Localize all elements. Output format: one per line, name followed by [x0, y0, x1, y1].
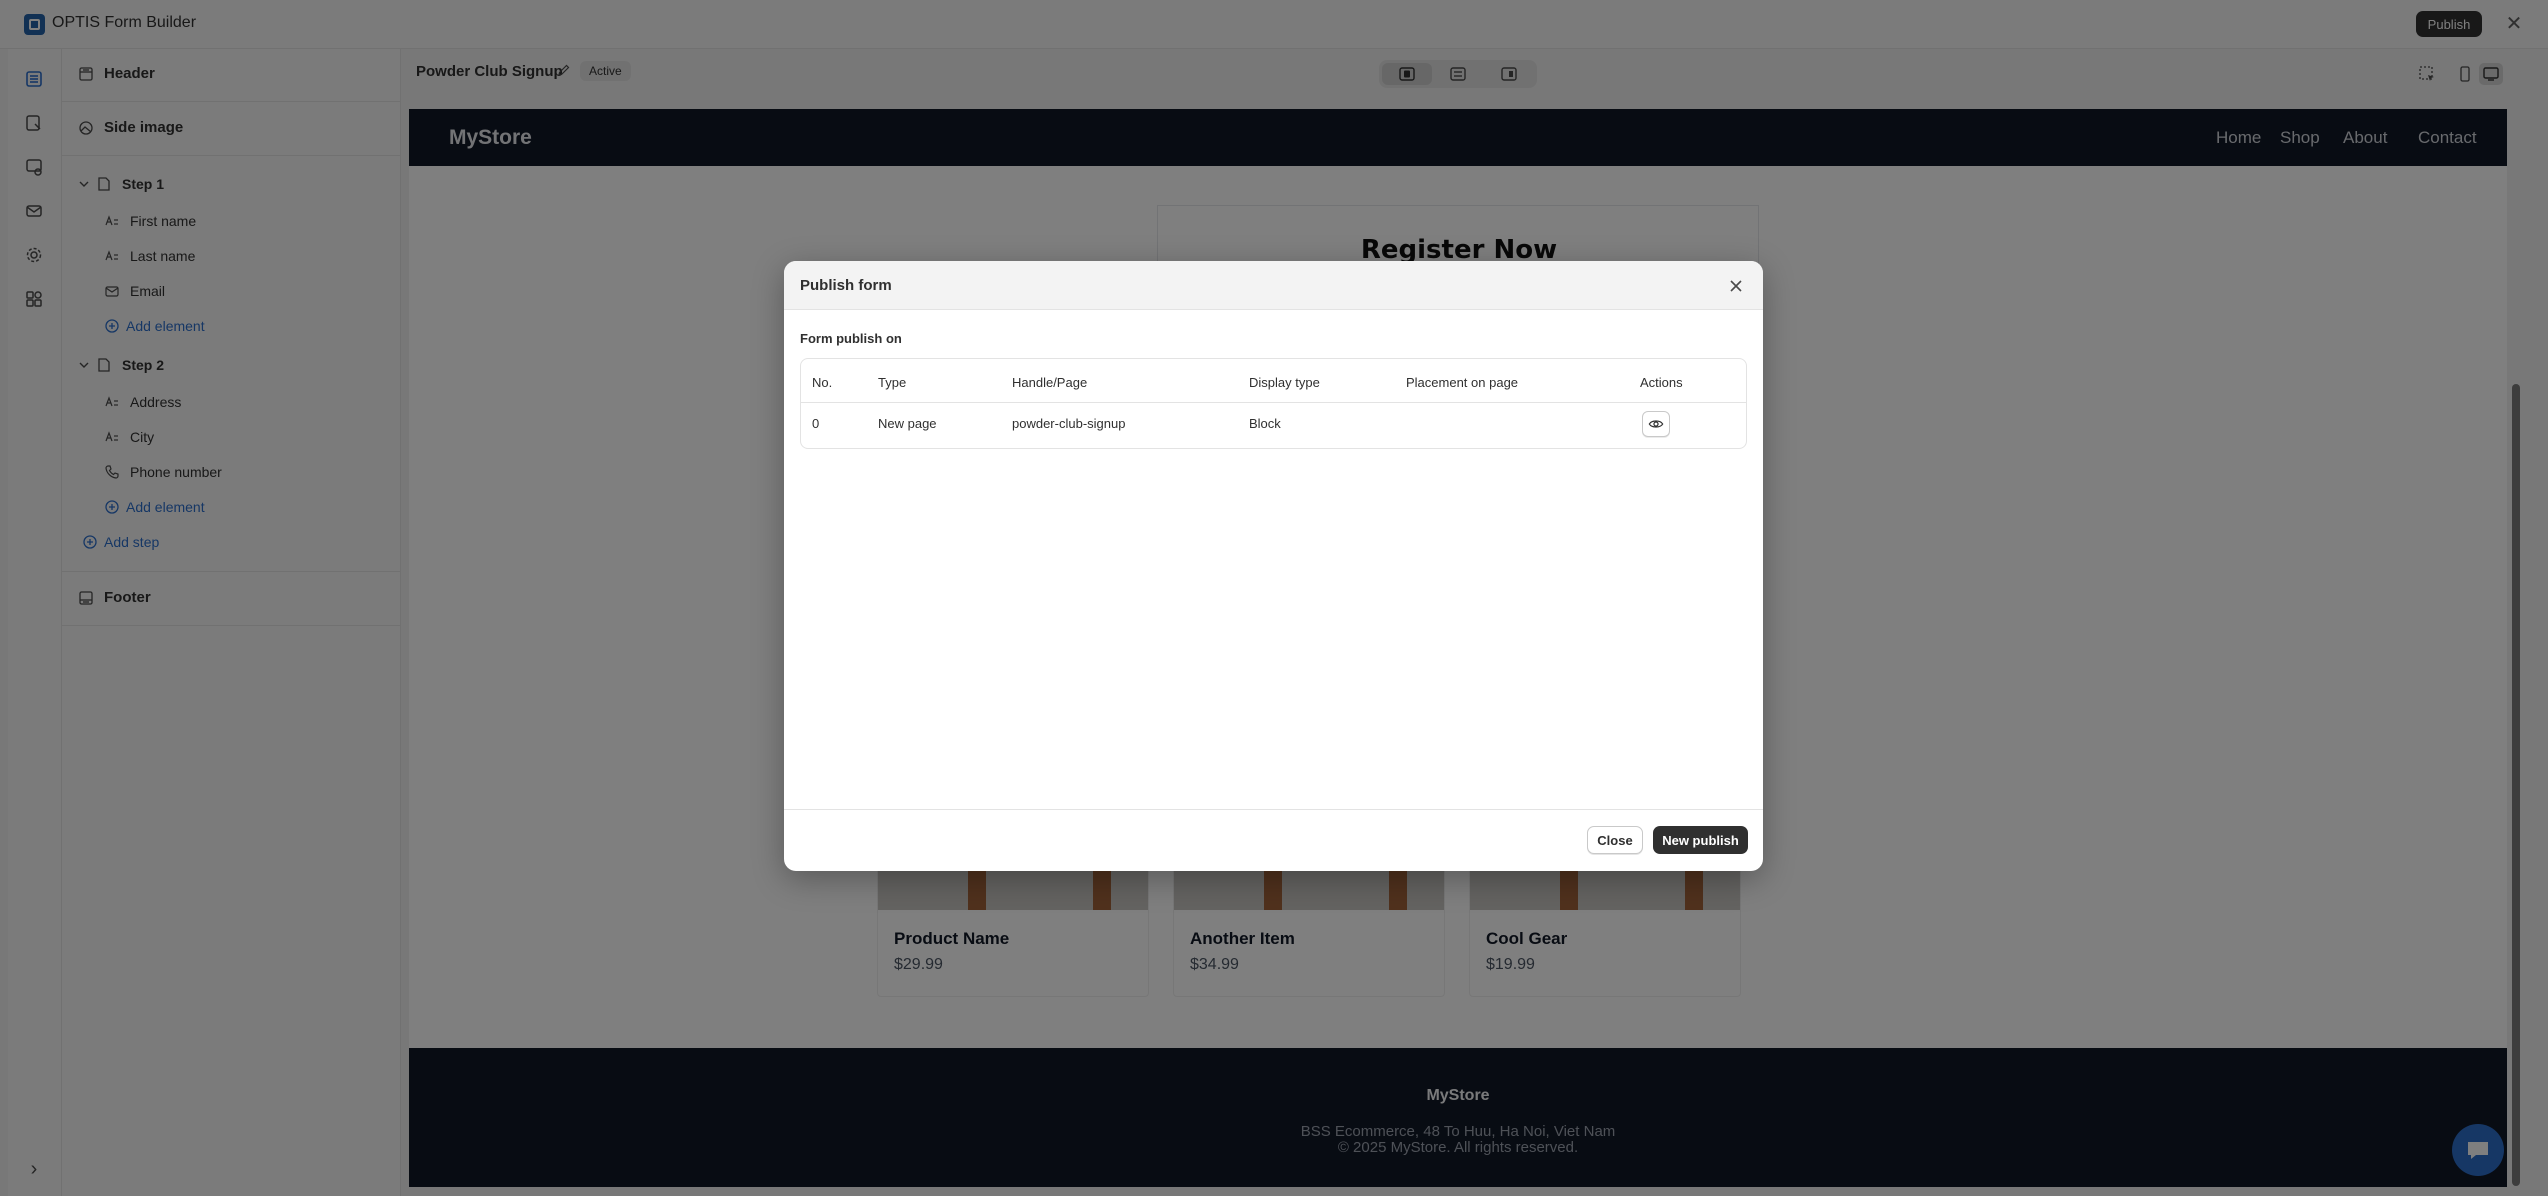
close-icon[interactable]: [1724, 274, 1748, 298]
column-header-type: Type: [878, 375, 907, 390]
dialog-title: Publish form: [800, 277, 892, 294]
new-publish-button[interactable]: New publish: [1653, 826, 1748, 854]
cell-type: New page: [878, 416, 937, 431]
dialog-footer: Close New publish: [784, 809, 1763, 871]
column-header-placement: Placement on page: [1406, 375, 1519, 390]
preview-button[interactable]: [1642, 411, 1670, 437]
close-button[interactable]: Close: [1587, 826, 1643, 854]
column-header-no: No.: [812, 375, 833, 390]
cell-display-type: Block: [1249, 416, 1281, 431]
table-divider: [801, 402, 1746, 403]
column-header-actions: Actions: [1640, 375, 1683, 390]
publish-table: No. Type Handle/Page Display type Placem…: [800, 358, 1747, 449]
cell-handle: powder-club-signup: [1012, 416, 1126, 431]
dialog-header: Publish form: [784, 261, 1763, 310]
column-header-handle: Handle/Page: [1012, 375, 1088, 390]
column-header-display-type: Display type: [1249, 375, 1320, 390]
cell-no: 0: [812, 416, 820, 431]
section-label: Form publish on: [800, 331, 902, 346]
publish-form-dialog: Publish form Form publish on No. Type Ha…: [784, 261, 1763, 871]
eye-icon: [1648, 420, 1664, 428]
